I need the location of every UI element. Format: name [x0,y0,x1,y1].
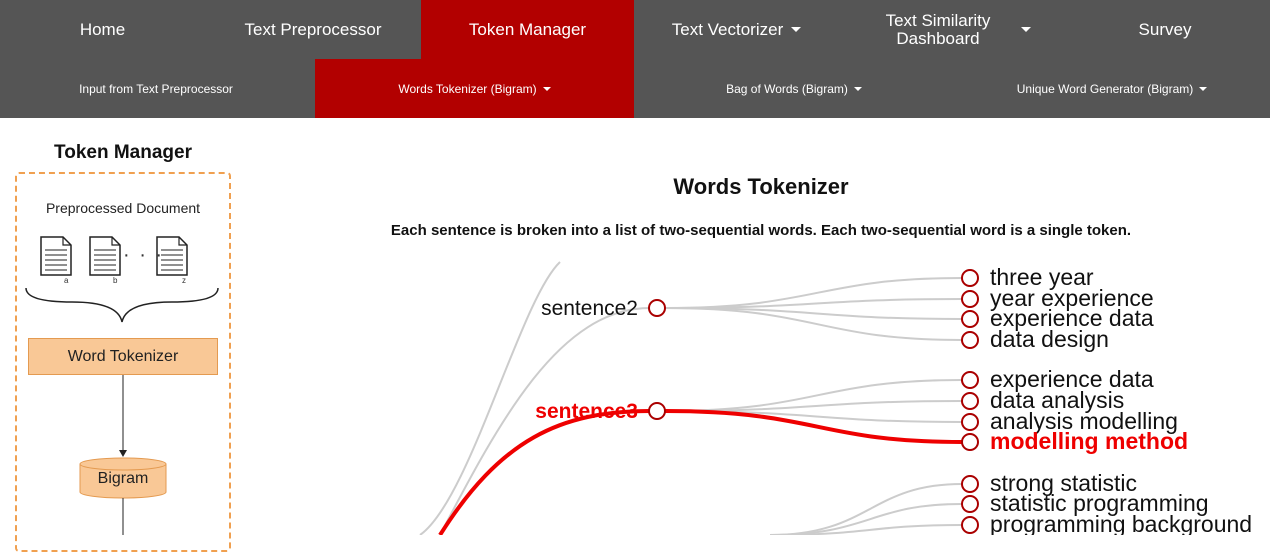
token-node[interactable] [961,269,979,287]
tree-nodes: three yearyear experienceexperience data… [535,264,1252,535]
token-label[interactable]: programming background [990,511,1252,535]
tree-link [769,483,963,535]
tree-link [664,298,963,309]
token-node[interactable] [961,331,979,349]
token-node[interactable] [961,392,979,410]
token-node[interactable] [961,475,979,493]
token-tree: three yearyear experienceexperience data… [419,261,1252,535]
token-node[interactable] [961,290,979,308]
token-node[interactable] [961,413,979,431]
token-node[interactable] [961,495,979,513]
sentence-node[interactable] [648,299,666,317]
token-node[interactable] [961,516,979,534]
sentence-node[interactable] [648,402,666,420]
tree-link [419,261,561,535]
token-label[interactable]: data design [990,326,1109,352]
tree-link-highlight [438,409,651,535]
tree-links [419,261,963,535]
token-label[interactable]: modelling method [990,428,1188,454]
token-node[interactable] [961,371,979,389]
token-node[interactable] [961,433,979,451]
sentence-label[interactable]: sentence3 [535,400,638,423]
sentence-label[interactable]: sentence2 [541,297,638,320]
token-node[interactable] [961,310,979,328]
